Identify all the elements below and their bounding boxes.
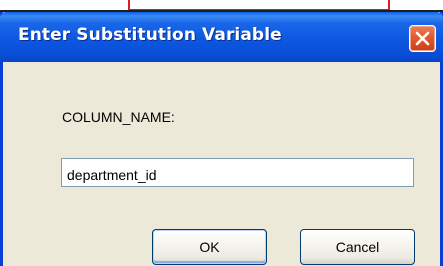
dialog-title: Enter Substitution Variable	[18, 25, 282, 45]
ok-button[interactable]: OK	[152, 229, 267, 265]
screen: Enter Substitution Variable COLUMN_NAME:…	[0, 0, 443, 266]
dialog-title-bar[interactable]: Enter Substitution Variable	[0, 12, 443, 62]
variable-value-input[interactable]	[61, 158, 414, 187]
close-button[interactable]	[409, 25, 436, 52]
close-icon	[415, 31, 430, 46]
substitution-variable-dialog: Enter Substitution Variable COLUMN_NAME:…	[0, 12, 443, 266]
dialog-body: COLUMN_NAME: OK Cancel	[3, 62, 440, 266]
variable-name-label: COLUMN_NAME:	[62, 109, 175, 125]
cancel-button[interactable]: Cancel	[300, 229, 415, 265]
